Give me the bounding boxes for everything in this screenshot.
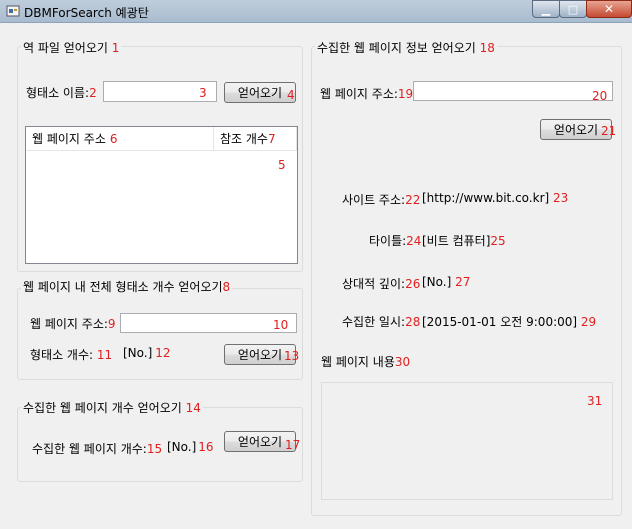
column-header-refcount[interactable]: 참조 개수 7 (214, 127, 297, 151)
page-count-group-title: 수집한 웹 페이지 개수 얻어오기 14 (21, 399, 203, 416)
page-count-group-title-text: 수집한 웹 페이지 개수 얻어오기 (23, 401, 182, 415)
annotation-17: 17 (285, 438, 301, 452)
annotation-20: 20 (592, 89, 608, 103)
page-title-label-text: 타이틀: (369, 234, 407, 248)
annotation-16: 16 (198, 440, 214, 454)
minimize-icon: ▁ (541, 2, 551, 16)
maximize-icon: □ (567, 2, 579, 16)
page-title-label: 타이틀:24 (369, 232, 421, 249)
morpheme-page-list[interactable]: 웹 페이지 주소 6 참조 개수 7 5 (25, 126, 298, 264)
annotation-5: 5 (278, 158, 286, 172)
morpheme-count-group-title: 웹 페이지 내 전체 형태소 개수 얻어오기8 (21, 278, 233, 295)
info-url-label-text: 웹 페이지 주소: (320, 87, 398, 101)
page-info-group-title: 수집한 웹 페이지 정보 얻어오기 18 (315, 39, 497, 56)
count-url-input[interactable] (120, 313, 297, 333)
minimize-button[interactable]: ▁ (532, 0, 560, 18)
page-count-label-text: 수집한 웹 페이지 개수: (32, 442, 147, 456)
collected-date-value-text: [2015-01-01 오전 9:00:00] (422, 315, 578, 329)
page-info-group-title-text: 수집한 웹 페이지 정보 얻어오기 (317, 41, 476, 55)
count-url-label: 웹 페이지 주소:9 (30, 315, 116, 332)
page-count-value-text: [No.] (167, 440, 197, 454)
annotation-25: 25 (490, 234, 506, 248)
annotation-19: 19 (397, 87, 414, 101)
annotation-10: 10 (273, 318, 289, 332)
morpheme-get-button-label: 얻어오기 (237, 86, 283, 100)
annotation-31: 31 (587, 394, 603, 408)
page-count-label: 수집한 웹 페이지 개수:15 (32, 440, 162, 457)
morpheme-name-label: 형태소 이름:2 (26, 84, 97, 101)
page-content-label: 웹 페이지 내용30 (321, 353, 410, 370)
annotation-18: 18 (479, 41, 495, 55)
annotation-1: 1 (111, 41, 120, 55)
close-button[interactable]: ✕ (586, 0, 632, 18)
maximize-button[interactable]: □ (559, 0, 587, 18)
page-count-get-button-label: 얻어오기 (237, 435, 283, 449)
annotation-3: 3 (199, 86, 207, 100)
annotation-23: 23 (553, 191, 569, 205)
morpheme-group-title: 역 파일 얻어오기 1 (21, 39, 122, 56)
morpheme-count-value-text: [No.] (123, 346, 153, 360)
annotation-13: 13 (284, 349, 300, 363)
page-count-value: [No.] 16 (167, 440, 214, 454)
site-address-value: [http://www.bit.co.kr] 23 (422, 191, 568, 205)
morpheme-count-value: [No.] 12 (123, 346, 171, 360)
relative-depth-value: [No.] 27 (422, 275, 470, 289)
morpheme-name-label-text: 형태소 이름: (26, 86, 90, 100)
count-url-label-text: 웹 페이지 주소: (30, 317, 108, 331)
annotation-9: 9 (107, 317, 116, 331)
morpheme-count-label: 형태소 개수: 11 (30, 346, 112, 363)
info-get-button-label: 얻어오기 (553, 123, 599, 137)
collected-date-label-text: 수집한 일시: (342, 315, 406, 329)
annotation-7: 7 (267, 131, 276, 146)
annotation-2: 2 (89, 86, 97, 100)
column-header-url-label: 웹 페이지 주소 (32, 132, 106, 146)
annotation-12: 12 (155, 346, 171, 360)
site-address-label-text: 사이트 주소: (342, 193, 406, 207)
annotation-8: 8 (222, 280, 231, 294)
morpheme-group-title-text: 역 파일 얻어오기 (23, 41, 108, 55)
annotation-30: 30 (394, 355, 411, 369)
annotation-24: 24 (406, 234, 422, 248)
info-url-label: 웹 페이지 주소:19 (320, 85, 413, 102)
window-title: DBMForSearch 예광탄 (24, 6, 149, 20)
annotation-15: 15 (146, 442, 163, 456)
title-bar: DBMForSearch 예광탄 ▁ □ ✕ (0, 0, 632, 23)
relative-depth-label-text: 상대적 깊이: (342, 277, 406, 291)
app-icon (6, 5, 20, 17)
close-icon: ✕ (603, 2, 615, 16)
relative-depth-label: 상대적 깊이:26 (342, 275, 420, 292)
annotation-6: 6 (109, 131, 118, 146)
site-address-value-text: [http://www.bit.co.kr] (422, 191, 550, 205)
morpheme-get-button[interactable]: 얻어오기 (224, 82, 296, 103)
annotation-22: 22 (405, 193, 421, 207)
column-header-refcount-label: 참조 개수 (220, 132, 268, 146)
page-content-label-text: 웹 페이지 내용 (321, 355, 395, 369)
collected-date-label: 수집한 일시:28 (342, 313, 420, 330)
site-address-label: 사이트 주소:22 (342, 191, 420, 208)
morpheme-count-group-title-text: 웹 페이지 내 전체 형태소 개수 얻어오기 (23, 280, 223, 294)
annotation-21: 21 (601, 124, 617, 138)
annotation-27: 27 (455, 275, 471, 289)
count-get-button-label: 얻어오기 (237, 348, 283, 362)
page-title-value-text: [비트 컴퓨터] (422, 234, 491, 248)
morpheme-count-group (17, 288, 303, 380)
collected-date-value: [2015-01-01 오전 9:00:00] 29 (422, 313, 596, 330)
page-title-value: [비트 컴퓨터]25 (422, 232, 506, 249)
page-content-panel[interactable]: 31 (321, 382, 613, 500)
relative-depth-value-text: [No.] (422, 275, 452, 289)
annotation-4: 4 (287, 88, 295, 102)
annotation-28: 28 (405, 315, 421, 329)
annotation-14: 14 (185, 401, 201, 415)
morpheme-count-label-text: 형태소 개수: (30, 348, 94, 362)
annotation-26: 26 (405, 277, 421, 291)
annotation-11: 11 (96, 348, 113, 362)
annotation-29: 29 (580, 315, 597, 329)
column-header-url[interactable]: 웹 페이지 주소 6 (26, 127, 214, 151)
info-url-input[interactable] (413, 81, 613, 101)
